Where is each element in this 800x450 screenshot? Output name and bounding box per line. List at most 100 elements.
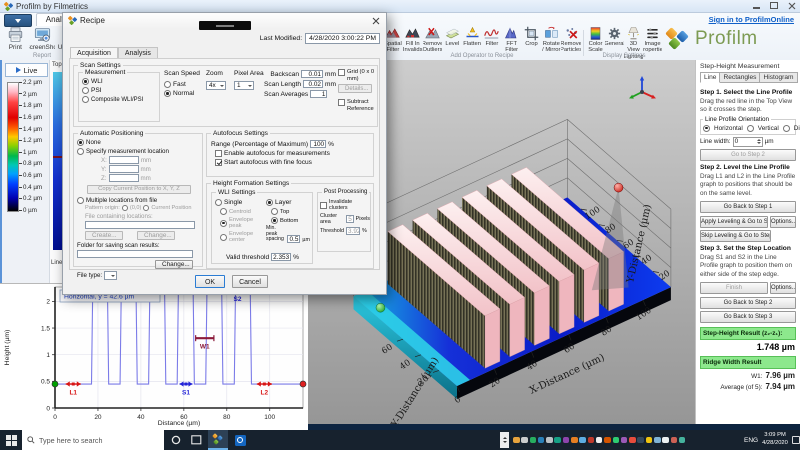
enable-autofocus-checkbox[interactable] bbox=[215, 150, 222, 157]
radio-bottom[interactable] bbox=[271, 217, 278, 224]
radio-normal[interactable] bbox=[164, 90, 171, 97]
cortana-icon[interactable] bbox=[166, 430, 186, 450]
minimize-button[interactable] bbox=[751, 1, 761, 10]
invalidate-clusters-checkbox[interactable] bbox=[320, 202, 327, 209]
tray-icon[interactable] bbox=[554, 437, 561, 444]
radio-psi[interactable] bbox=[82, 87, 89, 94]
live-button[interactable]: Live bbox=[5, 63, 48, 77]
pixel-area-select[interactable]: 1 bbox=[234, 81, 254, 90]
file-type-select[interactable] bbox=[104, 271, 117, 280]
dialog-close-button[interactable] bbox=[371, 16, 381, 26]
min-peak-input[interactable]: 0.5 bbox=[287, 235, 300, 243]
fine-focus-checkbox[interactable] bbox=[215, 159, 222, 166]
threshold-input[interactable]: 3.92 bbox=[346, 227, 360, 235]
remove-particles-button[interactable]: Remove Particles bbox=[561, 26, 581, 54]
finish-button[interactable]: Finish bbox=[700, 282, 768, 294]
go-back-step2-button[interactable]: Go Back to Step 2 bbox=[700, 297, 796, 309]
go-to-step2-button[interactable]: Go to Step 2 bbox=[700, 149, 796, 161]
task-view-icon[interactable] bbox=[186, 430, 206, 450]
line-profile-chart[interactable]: 02040608010000.511.52Distance (µm)Height… bbox=[0, 283, 308, 431]
outlook-taskbar-icon[interactable] bbox=[230, 430, 250, 450]
tray-icon[interactable] bbox=[646, 437, 653, 444]
folder-input[interactable] bbox=[77, 250, 193, 258]
close-button[interactable] bbox=[787, 1, 797, 10]
radio-vertical[interactable] bbox=[747, 125, 754, 132]
tab-histogram[interactable]: Histogram bbox=[760, 72, 797, 83]
line-width-stepper[interactable]: 0 bbox=[733, 137, 763, 147]
profile-endpoint[interactable] bbox=[52, 381, 58, 387]
general-button[interactable]: General bbox=[605, 26, 624, 47]
taskbar-search-box[interactable]: Type here to search bbox=[22, 430, 164, 450]
tray-icon[interactable] bbox=[588, 437, 595, 444]
leveling-options-button[interactable]: Options... bbox=[770, 216, 796, 228]
file-locations-input[interactable] bbox=[85, 221, 195, 229]
details-button[interactable]: Details... bbox=[338, 84, 372, 93]
skip-leveling-button[interactable]: Skip Leveling & Go to Step 3 bbox=[700, 230, 771, 242]
tray-icon[interactable] bbox=[563, 437, 570, 444]
maximize-button[interactable] bbox=[769, 1, 779, 10]
radio-origin-current[interactable] bbox=[143, 205, 149, 211]
tray-icon[interactable] bbox=[621, 437, 628, 444]
radio-multiple-locations[interactable] bbox=[77, 197, 84, 204]
profilm-taskbar-icon[interactable] bbox=[208, 430, 228, 450]
cancel-button[interactable]: Cancel bbox=[232, 275, 268, 288]
rotate-mirror-button[interactable]: Rotate / Mirror bbox=[541, 26, 561, 54]
tray-icon[interactable] bbox=[596, 437, 603, 444]
step-options-button[interactable]: Options... bbox=[770, 282, 796, 294]
tray-icon[interactable] bbox=[579, 437, 586, 444]
radio-fast[interactable] bbox=[164, 81, 171, 88]
radio-envelope-peak[interactable] bbox=[220, 220, 227, 227]
radio-origin-00[interactable] bbox=[122, 205, 128, 211]
backscan-input[interactable]: 0.01 bbox=[301, 70, 323, 78]
radio-single[interactable] bbox=[215, 199, 222, 206]
grid-checkbox[interactable] bbox=[338, 69, 345, 76]
scan-averages-input[interactable]: 1 bbox=[310, 90, 327, 98]
level-button[interactable]: Level bbox=[442, 26, 462, 47]
tab-line[interactable]: Line bbox=[700, 72, 720, 83]
crop-button[interactable]: Crop bbox=[522, 26, 542, 47]
cluster-area-input[interactable]: 5 bbox=[346, 215, 353, 223]
tray-icon[interactable] bbox=[571, 437, 578, 444]
tray-icon[interactable] bbox=[521, 437, 528, 444]
scan-length-input[interactable]: 0.02 bbox=[303, 80, 323, 88]
radio-horizontal[interactable] bbox=[703, 125, 710, 132]
go-back-step1-button[interactable]: Go Back to Step 1 bbox=[700, 201, 796, 213]
radio-centroid[interactable] bbox=[220, 208, 227, 215]
tray-overflow-button[interactable] bbox=[500, 432, 509, 448]
z-input[interactable] bbox=[109, 174, 139, 182]
copy-position-button[interactable]: Copy Current Position to X, Y, Z bbox=[87, 185, 191, 194]
go-back-step3-button[interactable]: Go Back to Step 3 bbox=[700, 311, 796, 323]
print-button[interactable]: Print bbox=[2, 26, 29, 51]
tray-icon[interactable] bbox=[654, 437, 661, 444]
radio-specify-location[interactable] bbox=[77, 148, 84, 155]
tray-icon[interactable] bbox=[604, 437, 611, 444]
radio-none[interactable] bbox=[77, 139, 84, 146]
color-scale-button[interactable]: Color Scale bbox=[586, 26, 605, 54]
flatten-button[interactable]: Flatten bbox=[462, 26, 482, 47]
radio-top[interactable] bbox=[271, 208, 278, 215]
y-input[interactable] bbox=[109, 165, 139, 173]
radio-layer[interactable] bbox=[266, 199, 273, 206]
apply-leveling-button[interactable]: Apply Leveling & Go to Step 3 bbox=[700, 216, 768, 228]
filter-button[interactable]: Filter bbox=[482, 26, 502, 47]
language-indicator[interactable]: ENG bbox=[744, 430, 758, 450]
tray-icon[interactable] bbox=[637, 437, 644, 444]
notification-center-icon[interactable] bbox=[792, 436, 800, 444]
taskbar-clock[interactable]: 3:09 PM 4/28/2020 bbox=[758, 430, 792, 450]
x-input[interactable] bbox=[109, 156, 139, 164]
red-endpoint-handle[interactable] bbox=[614, 183, 623, 192]
tab-acquisition[interactable]: Acquisition bbox=[70, 47, 118, 58]
valid-threshold-input[interactable]: 2.353 bbox=[271, 253, 291, 261]
tab-rectangles[interactable]: Rectangles bbox=[720, 72, 760, 83]
create-button[interactable]: Create... bbox=[85, 231, 123, 240]
fft-filter-button[interactable]: FFT Filter bbox=[502, 26, 522, 54]
green-endpoint-handle[interactable] bbox=[376, 303, 385, 312]
remove-outliers-button[interactable]: Remove Outliers bbox=[423, 26, 443, 54]
fill-in-invalids-button[interactable]: Fill In Invalids bbox=[403, 26, 423, 54]
tray-icon[interactable] bbox=[613, 437, 620, 444]
zoom-select[interactable]: 4x bbox=[206, 81, 226, 90]
tray-icon[interactable] bbox=[671, 437, 678, 444]
screenshot-button[interactable]: ScreenShot bbox=[29, 26, 56, 51]
profile-endpoint[interactable] bbox=[300, 381, 306, 387]
tray-icon[interactable] bbox=[546, 437, 553, 444]
